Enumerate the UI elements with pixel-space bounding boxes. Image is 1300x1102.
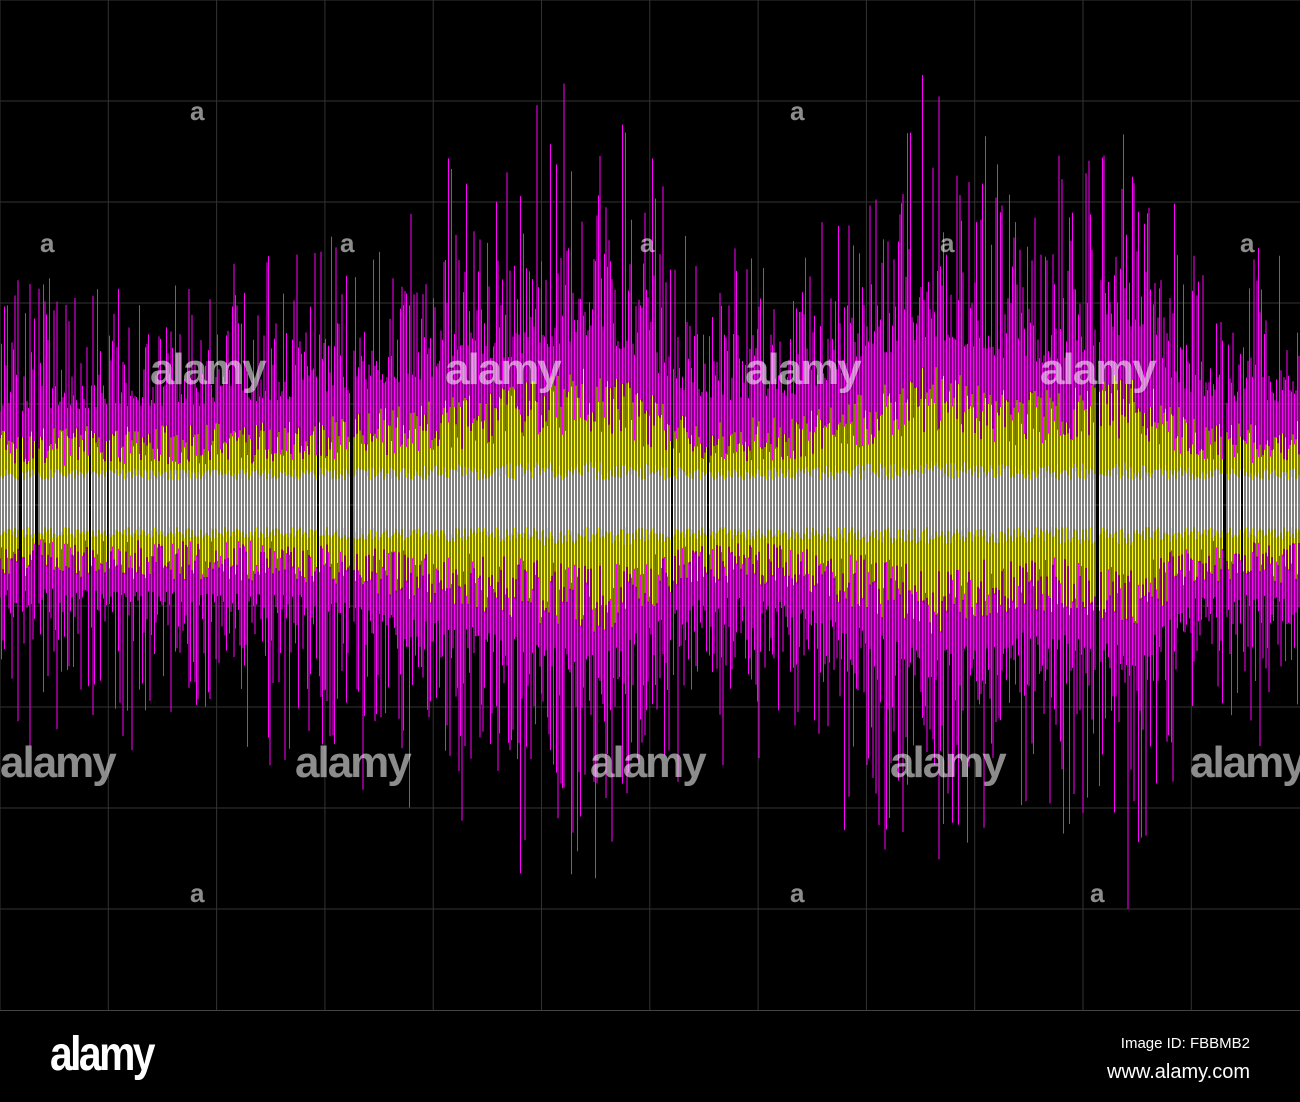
watermark-a: a [190,878,205,908]
watermark-a: a [790,96,805,126]
footer-bar: alamy Image ID: FBBMB2 www.alamy.com [0,1010,1300,1102]
watermark-a: a [940,228,955,258]
watermark: alamy [745,345,862,394]
watermark-a: a [1240,228,1255,258]
watermark: alamy [150,345,267,394]
waveform-graphic [0,0,1300,1010]
watermark-a: a [190,96,205,126]
image-id: Image ID: FBBMB2 [1120,1035,1250,1052]
watermark: alamy [445,345,562,394]
watermark: alamy [295,738,412,787]
watermark: alamy [890,738,1007,787]
watermark: alamy [1190,738,1300,787]
watermark: alamy [0,738,117,787]
watermark-a: a [40,228,55,258]
watermark-a: a [790,878,805,908]
watermark-a: a [640,228,655,258]
alamy-logo: alamy [50,1028,155,1081]
watermark-a: a [1090,878,1105,908]
site-url: www.alamy.com [1107,1061,1250,1083]
watermark: alamy [1040,345,1157,394]
watermark-a: a [340,228,355,258]
watermark: alamy [590,738,707,787]
